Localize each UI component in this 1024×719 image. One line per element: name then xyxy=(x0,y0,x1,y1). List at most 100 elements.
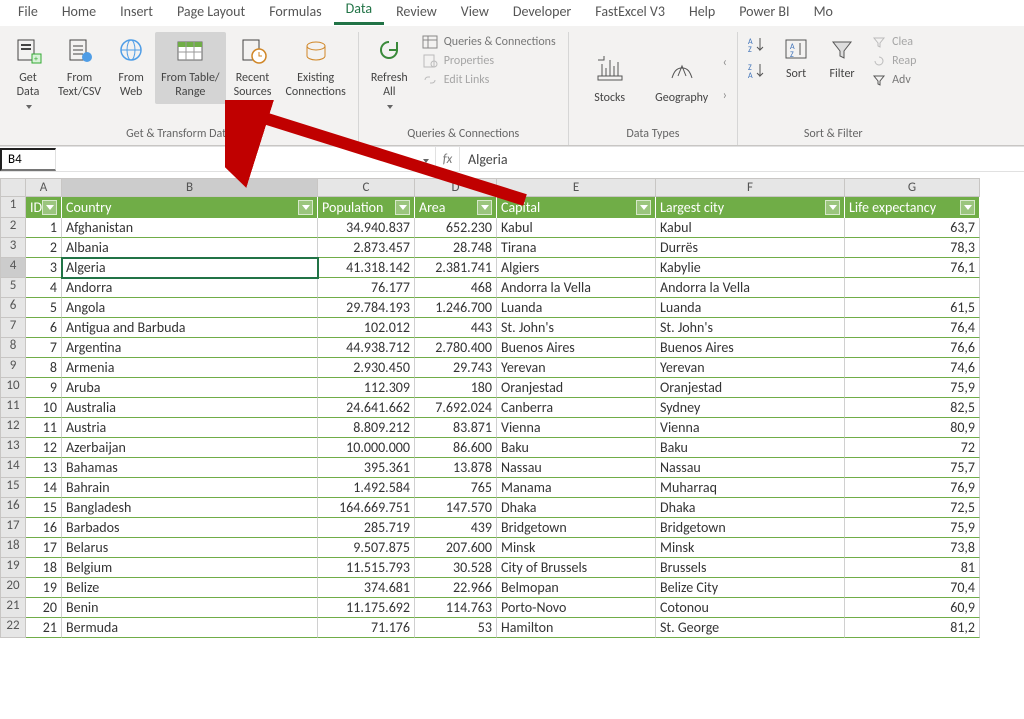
row-header[interactable]: 2 xyxy=(0,218,26,238)
cell[interactable]: Belgium xyxy=(62,558,318,578)
cell[interactable]: 78,3 xyxy=(845,238,980,258)
cell[interactable]: Belarus xyxy=(62,538,318,558)
cell[interactable]: Benin xyxy=(62,598,318,618)
tab-mo[interactable]: Mo xyxy=(802,0,845,25)
cell[interactable]: 164.669.751 xyxy=(318,498,415,518)
row-header[interactable]: 19 xyxy=(0,558,26,578)
row-header[interactable]: 10 xyxy=(0,378,26,398)
cell[interactable]: 8.809.212 xyxy=(318,418,415,438)
row-header[interactable]: 9 xyxy=(0,358,26,378)
cell[interactable]: Bermuda xyxy=(62,618,318,638)
column-header[interactable]: F xyxy=(656,178,845,197)
cell[interactable]: Bridgetown xyxy=(656,518,845,538)
tab-formulas[interactable]: Formulas xyxy=(257,0,333,25)
cell[interactable]: Algiers xyxy=(497,258,656,278)
cell[interactable]: St. John's xyxy=(656,318,845,338)
tab-file[interactable]: File xyxy=(6,0,50,25)
cell[interactable]: Buenos Aires xyxy=(656,338,845,358)
cell[interactable]: 1.492.584 xyxy=(318,478,415,498)
cell[interactable]: Angola xyxy=(62,298,318,318)
cell[interactable]: Bahrain xyxy=(62,478,318,498)
row-header[interactable]: 13 xyxy=(0,438,26,458)
cell[interactable]: 83.871 xyxy=(415,418,497,438)
cell[interactable]: 12 xyxy=(26,438,62,458)
cell[interactable]: Luanda xyxy=(497,298,656,318)
cell[interactable]: 29.743 xyxy=(415,358,497,378)
cell[interactable]: 374.681 xyxy=(318,578,415,598)
cell[interactable]: 285.719 xyxy=(318,518,415,538)
cell[interactable]: Porto-Novo xyxy=(497,598,656,618)
cell[interactable]: 6 xyxy=(26,318,62,338)
cell[interactable]: 28.748 xyxy=(415,238,497,258)
cell[interactable]: 9 xyxy=(26,378,62,398)
cell[interactable]: 24.641.662 xyxy=(318,398,415,418)
tab-insert[interactable]: Insert xyxy=(108,0,165,25)
cell[interactable]: Tirana xyxy=(497,238,656,258)
cell[interactable]: 13 xyxy=(26,458,62,478)
cell[interactable]: Algeria xyxy=(62,258,318,278)
queries-connections-button[interactable]: Queries & Connections xyxy=(420,34,558,50)
sort-asc-icon[interactable]: AZ xyxy=(748,36,768,56)
from-web-button[interactable]: From Web xyxy=(109,32,153,104)
cell[interactable]: 72,5 xyxy=(845,498,980,518)
cell[interactable]: 11.515.793 xyxy=(318,558,415,578)
cell[interactable]: 76,1 xyxy=(845,258,980,278)
cell[interactable]: 86.600 xyxy=(415,438,497,458)
cell[interactable]: 2.930.450 xyxy=(318,358,415,378)
cell[interactable]: 11 xyxy=(26,418,62,438)
row-header[interactable]: 6 xyxy=(0,298,26,318)
cell[interactable]: Armenia xyxy=(62,358,318,378)
cell[interactable]: 75,7 xyxy=(845,458,980,478)
tab-data[interactable]: Data xyxy=(334,0,384,25)
row-header[interactable]: 7 xyxy=(0,318,26,338)
cell[interactable]: 70,4 xyxy=(845,578,980,598)
cell[interactable]: 80,9 xyxy=(845,418,980,438)
name-box[interactable] xyxy=(0,148,56,171)
cell[interactable]: Muharraq xyxy=(656,478,845,498)
cell[interactable]: Nassau xyxy=(497,458,656,478)
cell[interactable]: Kabul xyxy=(497,218,656,238)
tab-review[interactable]: Review xyxy=(384,0,449,25)
cell[interactable]: Buenos Aires xyxy=(497,338,656,358)
table-header[interactable]: ID xyxy=(26,197,62,218)
cell[interactable]: 61,5 xyxy=(845,298,980,318)
cell[interactable]: Andorra la Vella xyxy=(497,278,656,298)
geography-button[interactable]: Geography xyxy=(647,48,717,110)
cell[interactable]: 15 xyxy=(26,498,62,518)
filter-button[interactable]: Filter xyxy=(820,32,864,86)
cell[interactable]: Manama xyxy=(497,478,656,498)
from-table-range-button[interactable]: From Table/ Range xyxy=(155,32,225,104)
row-header[interactable]: 3 xyxy=(0,238,26,258)
cell[interactable]: Belize City xyxy=(656,578,845,598)
cell[interactable]: 53 xyxy=(415,618,497,638)
cell[interactable]: 71.176 xyxy=(318,618,415,638)
tab-power-bi[interactable]: Power BI xyxy=(727,0,801,25)
cell[interactable]: 20 xyxy=(26,598,62,618)
cell[interactable]: 76,9 xyxy=(845,478,980,498)
cell[interactable]: 14 xyxy=(26,478,62,498)
cell[interactable]: 4 xyxy=(26,278,62,298)
row-header[interactable]: 22 xyxy=(0,618,26,638)
cell[interactable]: Yerevan xyxy=(497,358,656,378)
cell[interactable]: Dhaka xyxy=(497,498,656,518)
cell[interactable]: 16 xyxy=(26,518,62,538)
cell[interactable]: 10.000.000 xyxy=(318,438,415,458)
sort-button[interactable]: AZ Sort xyxy=(774,32,818,86)
column-header[interactable]: G xyxy=(845,178,980,197)
cell[interactable]: 72 xyxy=(845,438,980,458)
cell[interactable]: 75,9 xyxy=(845,518,980,538)
cell[interactable]: Vienna xyxy=(497,418,656,438)
cell[interactable]: 102.012 xyxy=(318,318,415,338)
cell[interactable]: 8 xyxy=(26,358,62,378)
cell[interactable]: Kabul xyxy=(656,218,845,238)
cell[interactable]: Minsk xyxy=(497,538,656,558)
cell[interactable]: Afghanistan xyxy=(62,218,318,238)
cell[interactable]: Aruba xyxy=(62,378,318,398)
row-header[interactable]: 21 xyxy=(0,598,26,618)
cell[interactable]: Baku xyxy=(497,438,656,458)
cell[interactable]: 207.600 xyxy=(415,538,497,558)
row-header[interactable]: 14 xyxy=(0,458,26,478)
cell[interactable]: Durrës xyxy=(656,238,845,258)
table-header[interactable]: Largest city xyxy=(656,197,845,218)
cell[interactable]: 17 xyxy=(26,538,62,558)
